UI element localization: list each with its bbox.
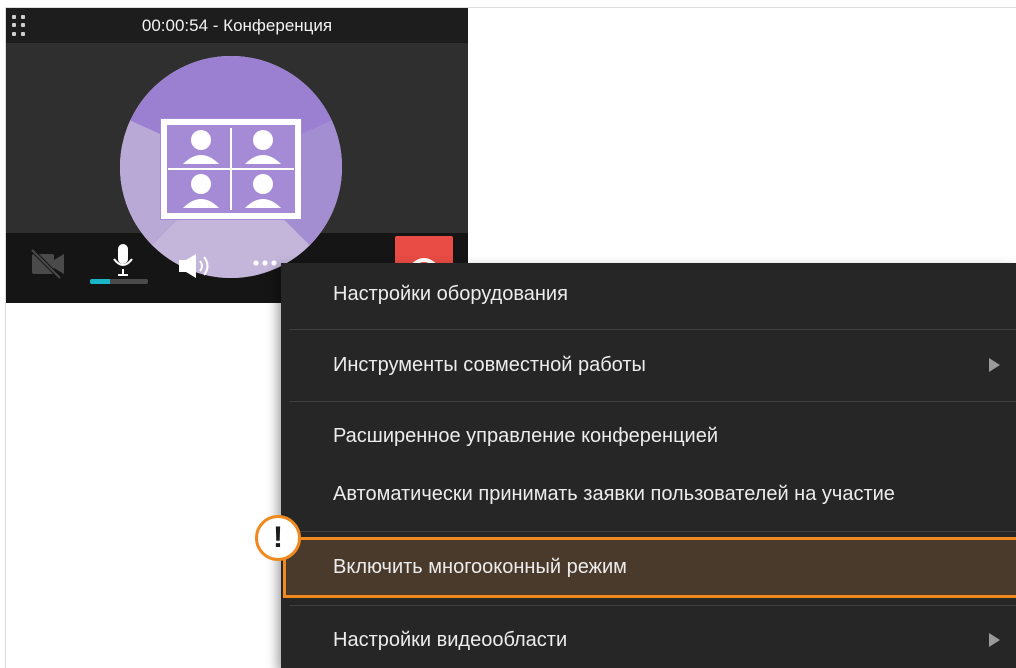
microphone-level-bar bbox=[90, 279, 148, 284]
menu-item-label: Настройки оборудования bbox=[333, 282, 568, 305]
menu-item-label: Инструменты совместной работы bbox=[333, 353, 646, 376]
microphone-level-fill bbox=[90, 279, 111, 284]
more-dots-icon[interactable] bbox=[251, 258, 281, 268]
menu-item-advanced-conference-control[interactable]: Расширенное управление конференцией bbox=[281, 409, 1016, 463]
camera-off-icon[interactable] bbox=[28, 248, 68, 280]
menu-separator bbox=[289, 401, 1016, 402]
menu-separator bbox=[289, 329, 1016, 330]
conference-avatar bbox=[120, 56, 342, 278]
microphone-icon[interactable] bbox=[110, 242, 136, 278]
menu-item-auto-accept-requests[interactable]: Автоматически принимать заявки пользоват… bbox=[281, 467, 1016, 521]
menu-item-label: Включить многооконный режим bbox=[333, 556, 627, 578]
menu-item-video-area-settings[interactable]: Настройки видеообласти bbox=[281, 612, 1016, 668]
context-menu: Настройки оборудования Инструменты совме… bbox=[281, 263, 1016, 668]
menu-item-collaboration-tools[interactable]: Инструменты совместной работы bbox=[281, 333, 1016, 397]
submenu-arrow-icon bbox=[989, 633, 1000, 647]
title-bar[interactable]: 00:00:54 - Конференция bbox=[6, 8, 468, 43]
menu-separator bbox=[289, 605, 1016, 606]
menu-item-label: Расширенное управление конференцией bbox=[333, 424, 719, 447]
menu-item-multiwindow-mode[interactable]: Включить многооконный режим bbox=[281, 540, 1016, 595]
window-title: 00:00:54 - Конференция bbox=[141, 16, 333, 35]
menu-item-label: Настройки видеообласти bbox=[333, 628, 568, 651]
menu-item-hardware-settings[interactable]: Настройки оборудования bbox=[281, 263, 1016, 325]
submenu-arrow-icon bbox=[989, 358, 1000, 372]
menu-item-label: Автоматически принимать заявки пользоват… bbox=[333, 482, 895, 505]
menu-separator bbox=[289, 531, 1016, 532]
speaker-icon[interactable] bbox=[176, 252, 216, 280]
conference-grid-icon bbox=[120, 56, 342, 278]
